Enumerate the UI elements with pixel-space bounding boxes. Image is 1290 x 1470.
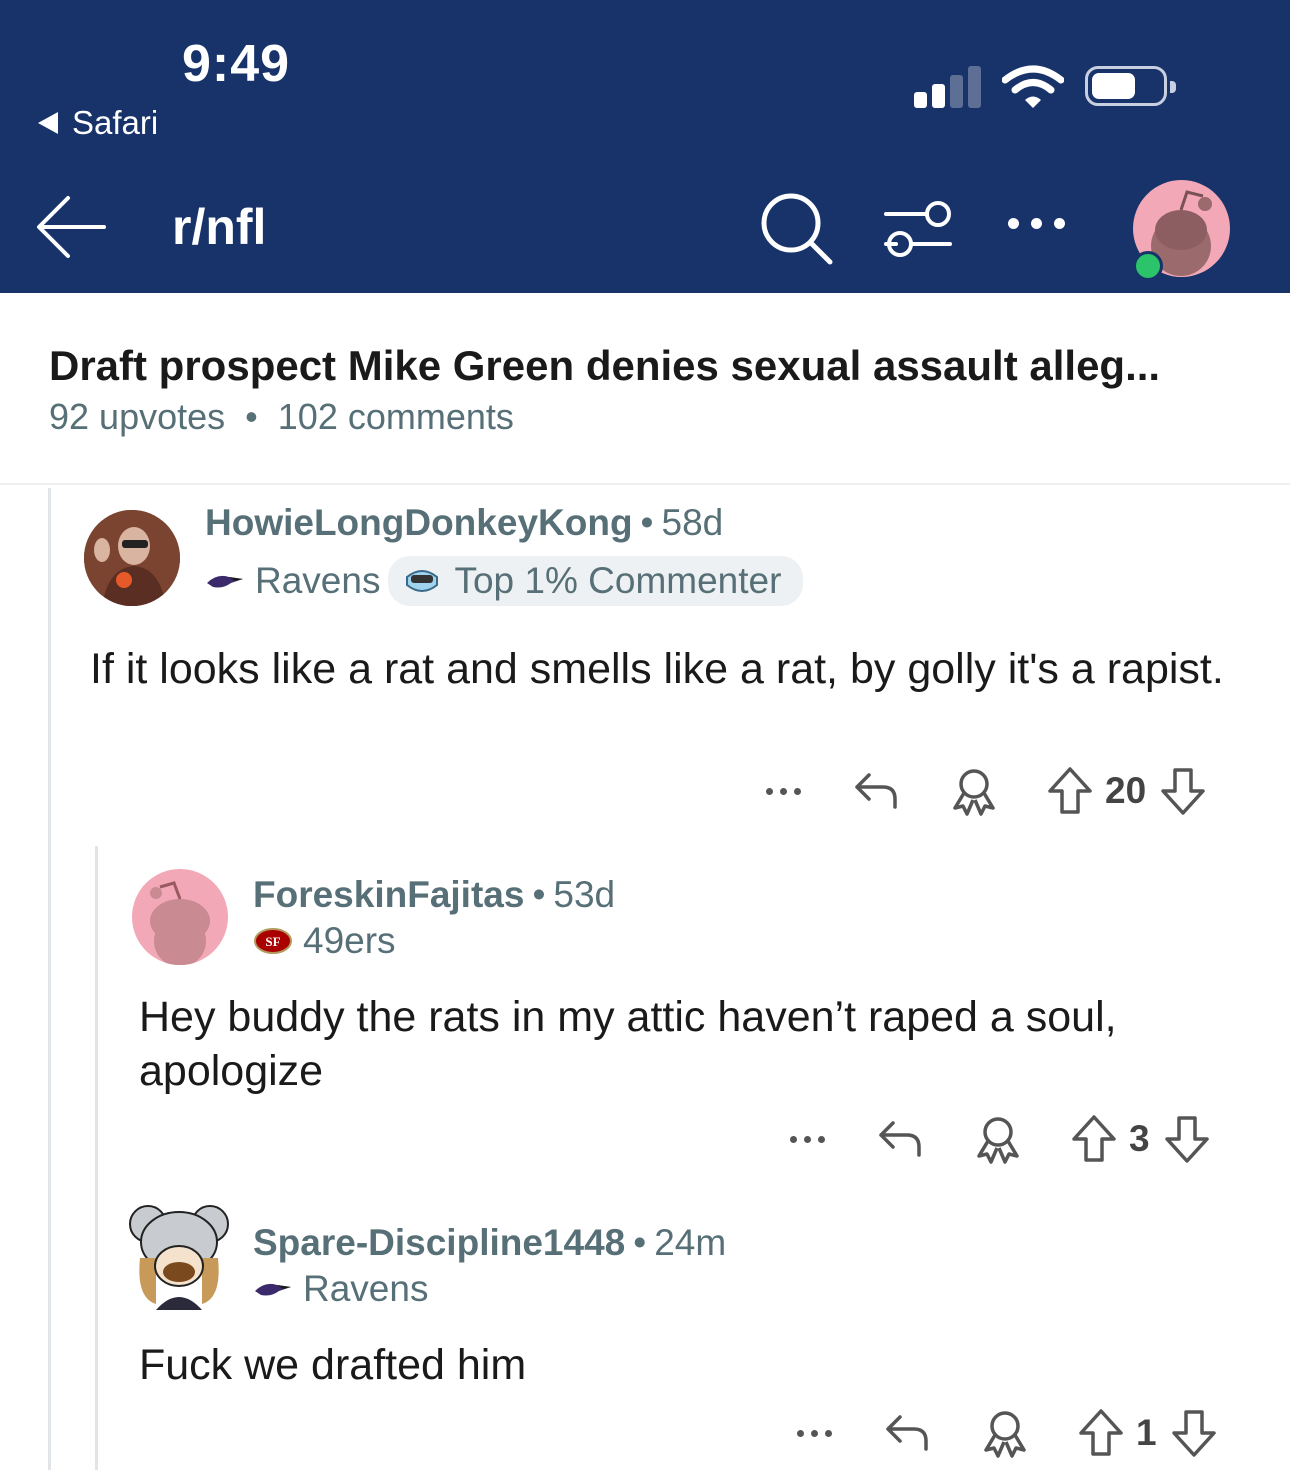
49ers-logo-icon: SF (254, 928, 292, 954)
battery-icon (1085, 66, 1176, 106)
reply-icon[interactable] (853, 769, 899, 813)
flair-team: 49ers (303, 920, 396, 961)
comment-body: Hey buddy the rats in my attic haven’t r… (139, 993, 1117, 1095)
upvote-icon[interactable] (1071, 1114, 1117, 1164)
cellular-signal-icon (914, 66, 984, 108)
thread-line-nested[interactable] (95, 846, 98, 1470)
vote-count: 1 (1136, 1412, 1157, 1453)
meta-separator: • (245, 396, 258, 437)
comment-actions: 20 (766, 766, 1206, 816)
snoo-icon (150, 881, 210, 965)
top-commenter-badge: Top 1% Commenter (388, 556, 804, 606)
post-meta: 92 upvotes • 102 comments (49, 396, 514, 438)
back-to-safari[interactable]: Safari (38, 104, 158, 142)
downvote-icon[interactable] (1171, 1408, 1217, 1458)
flair-team: Ravens (303, 1268, 429, 1309)
user-flair: SF 49ers (253, 920, 396, 962)
ravens-logo-icon (255, 1283, 291, 1296)
more-icon[interactable] (797, 1429, 832, 1437)
online-status-dot (1133, 251, 1163, 281)
koala-avatar-icon (129, 1205, 229, 1310)
user-flair: Ravens (253, 1268, 428, 1310)
comment-avatar[interactable] (84, 510, 180, 606)
downvote-icon[interactable] (1164, 1114, 1210, 1164)
award-icon[interactable] (980, 1408, 1030, 1458)
more-icon[interactable] (766, 787, 801, 795)
back-triangle-icon (38, 112, 58, 134)
badge-label: Top 1% Commenter (454, 560, 782, 601)
wifi-icon (1002, 65, 1064, 108)
user-photo-icon (84, 510, 180, 606)
comment-actions: 1 (797, 1408, 1217, 1458)
reply-icon[interactable] (877, 1117, 923, 1161)
upvote-icon[interactable] (1047, 766, 1093, 816)
subreddit-name[interactable]: r/nfl (172, 198, 266, 256)
more-options-icon[interactable] (1008, 218, 1065, 229)
back-arrow-icon[interactable] (34, 192, 108, 262)
reply-icon[interactable] (884, 1411, 930, 1455)
comment-avatar[interactable] (126, 1198, 232, 1312)
post-title[interactable]: Draft prospect Mike Green denies sexual … (49, 342, 1249, 390)
more-icon[interactable] (790, 1135, 825, 1143)
award-icon[interactable] (949, 766, 999, 816)
svg-text:SF: SF (265, 934, 280, 949)
app-header: 9:49 Safari r/nfl (0, 0, 1290, 293)
award-icon[interactable] (973, 1114, 1023, 1164)
search-icon[interactable] (760, 192, 834, 266)
back-app-label: Safari (72, 104, 159, 141)
downvote-icon[interactable] (1160, 766, 1206, 816)
user-flair: Ravens Top 1% Commenter (205, 556, 804, 606)
comment-age: 58d (661, 502, 724, 543)
comment-age: 53d (553, 874, 616, 915)
upvote-icon[interactable] (1078, 1408, 1124, 1458)
post-upvotes: 92 upvotes (49, 396, 226, 437)
comment-body: Fuck we drafted him (139, 1341, 527, 1389)
flair-team: Ravens (255, 560, 381, 601)
comment-username[interactable]: HowieLongDonkeyKong • 58d (205, 502, 723, 544)
vote-count: 3 (1129, 1118, 1150, 1159)
vote-count: 20 (1105, 770, 1147, 811)
comment-avatar[interactable] (132, 869, 228, 965)
ravens-logo-icon (207, 575, 243, 588)
divider (0, 483, 1290, 485)
comment-actions: 3 (790, 1114, 1210, 1164)
post-comment-count: 102 comments (277, 396, 514, 437)
comment-username[interactable]: Spare-Discipline1448 • 24m (253, 1222, 726, 1264)
commenter-badge-icon (406, 570, 439, 592)
comment-age: 24m (654, 1222, 727, 1263)
filter-icon[interactable] (882, 196, 954, 260)
status-time: 9:49 (182, 35, 291, 93)
thread-line[interactable] (48, 488, 51, 1470)
comment-username[interactable]: ForeskinFajitas • 53d (253, 874, 615, 916)
comment-body: If it looks like a rat and smells like a… (90, 645, 1224, 693)
